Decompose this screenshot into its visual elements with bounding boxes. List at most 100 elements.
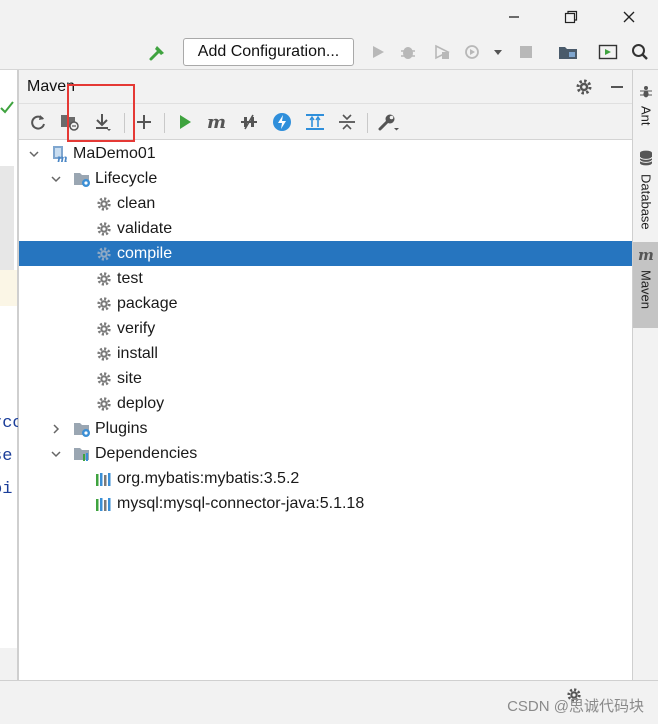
maven-module-icon: m	[51, 145, 69, 163]
build-hammer-icon[interactable]	[146, 40, 170, 64]
add-configuration-button[interactable]: Add Configuration...	[183, 38, 354, 66]
maven-tool-window: Maven m m MaDemo01 Lifecycle clean valid…	[18, 70, 633, 680]
minus-icon	[611, 86, 623, 88]
add-maven-project-icon[interactable]	[132, 110, 156, 134]
debug-icon[interactable]	[396, 40, 420, 64]
lifecycle-goal-test[interactable]: test	[19, 266, 633, 291]
skip-tests-icon[interactable]	[270, 110, 294, 134]
tab-maven-label: Maven	[638, 270, 654, 310]
lifecycle-goal-install[interactable]: install	[19, 341, 633, 366]
dependencies-label: Dependencies	[95, 444, 198, 462]
tab-database-label: Database	[638, 174, 654, 230]
status-bar: CSDN @思诚代码块	[0, 680, 658, 724]
goal-label: clean	[117, 194, 156, 212]
goal-label: compile	[117, 244, 173, 262]
maven-project-tree: m MaDemo01 Lifecycle clean validate comp…	[19, 141, 633, 581]
gear-icon	[95, 395, 113, 413]
editor-highlighted-line	[0, 270, 17, 306]
search-icon[interactable]	[628, 40, 652, 64]
chevron-down-icon[interactable]	[486, 40, 510, 64]
lifecycle-goal-verify[interactable]: verify	[19, 316, 633, 341]
tab-ant-label: Ant	[638, 106, 654, 126]
chevron-down-icon[interactable]	[27, 147, 41, 161]
goal-label: package	[117, 294, 178, 312]
database-icon	[639, 150, 653, 171]
goal-label: verify	[117, 319, 156, 337]
tree-node-plugins[interactable]: Plugins	[19, 416, 633, 441]
gear-icon	[95, 195, 113, 213]
stop-icon[interactable]	[514, 40, 538, 64]
lifecycle-goal-validate[interactable]: validate	[19, 216, 633, 241]
tree-node-lifecycle[interactable]: Lifecycle	[19, 166, 633, 191]
gear-icon	[95, 245, 113, 263]
reload-all-projects-icon[interactable]	[26, 110, 50, 134]
chevron-down-icon[interactable]	[49, 447, 63, 461]
run-icon[interactable]	[366, 40, 390, 64]
code-fragment: se	[0, 447, 13, 466]
maven-m-icon: m	[637, 246, 655, 267]
ant-icon	[639, 84, 653, 103]
lifecycle-goal-clean[interactable]: clean	[19, 191, 633, 216]
watermark-text: CSDN @思诚代码块	[507, 698, 644, 715]
code-fragment: oi	[0, 480, 13, 499]
gear-icon	[95, 295, 113, 313]
tab-database[interactable]: Database	[633, 144, 658, 234]
main-toolbar: Add Configuration...	[0, 34, 658, 70]
lifecycle-goal-site[interactable]: site	[19, 366, 633, 391]
right-tool-stripe: Ant Database m Maven	[632, 70, 658, 680]
goal-label: validate	[117, 219, 173, 237]
goal-label: deploy	[117, 394, 165, 412]
gear-icon	[95, 220, 113, 238]
editor-check-icon	[0, 100, 18, 120]
folder-library-icon	[73, 445, 91, 463]
minimize-button[interactable]	[491, 0, 537, 34]
coverage-icon[interactable]	[430, 40, 454, 64]
tab-maven[interactable]: m Maven	[633, 242, 658, 328]
folder-gear-icon	[73, 420, 91, 438]
editor-area[interactable]: rcc se oi	[0, 70, 23, 680]
dependency-item[interactable]: mysql:mysql-connector-java:5.1.18	[19, 491, 633, 516]
gear-icon	[95, 320, 113, 338]
run-maven-build-icon[interactable]	[173, 110, 197, 134]
lifecycle-label: Lifecycle	[95, 169, 158, 187]
lifecycle-goal-deploy[interactable]: deploy	[19, 391, 633, 416]
collapse-all-icon[interactable]	[335, 110, 359, 134]
chevron-right-icon[interactable]	[49, 422, 63, 436]
tree-node-project[interactable]: m MaDemo01	[19, 141, 633, 166]
close-window-button[interactable]	[606, 0, 652, 34]
minimize-icon	[509, 16, 519, 18]
goal-label: test	[117, 269, 143, 287]
editor-footer	[0, 648, 17, 680]
show-dependencies-icon[interactable]	[303, 110, 327, 134]
panel-hide-button[interactable]	[607, 77, 627, 97]
project-structure-icon[interactable]	[556, 40, 580, 64]
editor-scroll-region	[0, 166, 14, 270]
tree-node-dependencies[interactable]: Dependencies	[19, 441, 633, 466]
dependency-item[interactable]: org.mybatis:mybatis:3.5.2	[19, 466, 633, 491]
chevron-down-icon[interactable]	[49, 172, 63, 186]
svg-text:m: m	[57, 154, 68, 163]
dependency-label: mysql:mysql-connector-java:5.1.18	[117, 494, 365, 512]
library-icon	[95, 470, 113, 488]
dependency-label: org.mybatis:mybatis:3.5.2	[117, 469, 300, 487]
lifecycle-goal-package[interactable]: package	[19, 291, 633, 316]
gear-icon	[95, 370, 113, 388]
goal-label: site	[117, 369, 142, 387]
goal-label: install	[117, 344, 158, 362]
lifecycle-goal-compile[interactable]: compile	[19, 241, 633, 266]
toggle-offline-mode-icon[interactable]	[237, 110, 261, 134]
folder-gear-icon	[73, 170, 91, 188]
toolbar-separator	[367, 113, 368, 133]
gear-icon	[95, 270, 113, 288]
svg-text:m: m	[638, 248, 654, 262]
gear-icon	[95, 345, 113, 363]
window-title-bar	[0, 0, 658, 34]
panel-settings-gear-icon[interactable]	[574, 77, 594, 97]
execute-maven-goal-icon[interactable]: m	[205, 110, 229, 134]
project-name: MaDemo01	[73, 144, 156, 162]
restore-button[interactable]	[548, 0, 594, 34]
tab-ant[interactable]: Ant	[633, 78, 658, 138]
maven-settings-wrench-icon[interactable]	[376, 110, 400, 134]
run-anything-icon[interactable]	[596, 40, 620, 64]
profile-run-icon[interactable]	[462, 40, 486, 64]
